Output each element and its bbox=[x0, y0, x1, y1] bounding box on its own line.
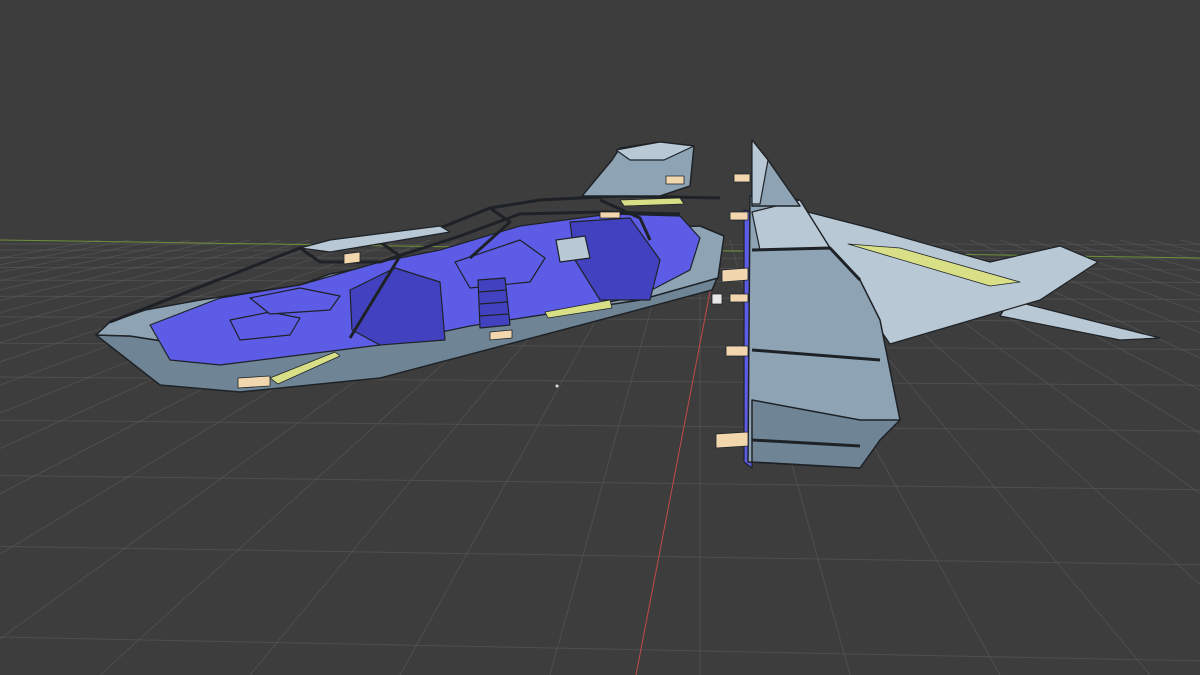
connector-pin bbox=[489, 329, 513, 341]
connector-pin bbox=[715, 431, 749, 449]
connector-block bbox=[711, 293, 723, 305]
connector-pin bbox=[343, 251, 361, 265]
interior-gray-block bbox=[555, 235, 591, 263]
connector-pin bbox=[665, 175, 685, 185]
connector-pin bbox=[729, 293, 749, 303]
3d-cursor-dot bbox=[555, 384, 559, 388]
connector-pin bbox=[733, 173, 751, 183]
connector-pin bbox=[729, 211, 749, 221]
3d-viewport[interactable] bbox=[0, 0, 1200, 675]
viewport-canvas[interactable] bbox=[0, 0, 1200, 675]
connector-pin bbox=[725, 345, 749, 357]
connector-pin bbox=[599, 211, 621, 219]
connector-pin bbox=[721, 267, 749, 283]
connector-pin bbox=[237, 375, 271, 389]
